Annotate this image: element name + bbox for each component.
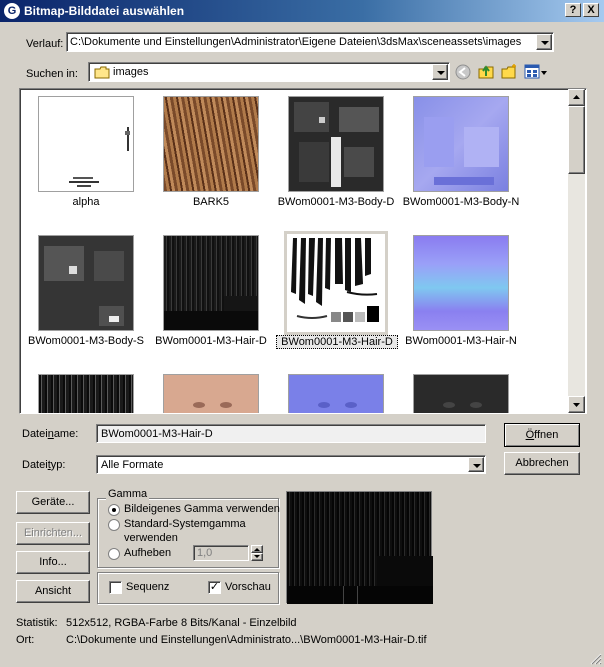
folder-icon bbox=[94, 66, 110, 79]
lookin-value: images bbox=[113, 66, 149, 78]
filename-input[interactable]: BWom0001-M3-Hair-D bbox=[96, 424, 486, 443]
stats-label: Statistik: bbox=[16, 617, 58, 629]
file-thumbnail[interactable] bbox=[163, 235, 259, 331]
gamma-system-label-2[interactable]: verwenden bbox=[124, 532, 178, 544]
devices-button[interactable]: Geräte... bbox=[16, 491, 90, 514]
scroll-up-button[interactable] bbox=[568, 89, 585, 106]
history-label: Verlauf: bbox=[26, 38, 64, 50]
file-thumbnail[interactable] bbox=[38, 374, 134, 413]
file-thumbnail[interactable] bbox=[413, 96, 509, 192]
lookin-combo[interactable]: images bbox=[88, 62, 450, 82]
filename-label: Dateiname: bbox=[22, 428, 79, 440]
file-thumbnail-selected[interactable] bbox=[284, 231, 388, 335]
view-menu-icon[interactable] bbox=[524, 64, 548, 80]
file-thumbnail[interactable] bbox=[413, 374, 509, 413]
resize-grip-icon[interactable] bbox=[588, 651, 602, 665]
setup-button: Einrichten... bbox=[16, 522, 90, 545]
gamma-override-radio[interactable] bbox=[108, 548, 120, 560]
sequence-checkbox[interactable] bbox=[109, 581, 122, 594]
vertical-scrollbar[interactable] bbox=[568, 89, 585, 413]
filetype-value: Alle Formate bbox=[101, 459, 164, 471]
preview-checkbox[interactable]: ✓ bbox=[208, 581, 221, 594]
info-button[interactable]: Info... bbox=[16, 551, 90, 574]
app-icon: G bbox=[4, 3, 20, 19]
file-name[interactable]: BWom0001-M3-Body-S bbox=[22, 335, 150, 347]
gamma-own-label[interactable]: Bildeigenes Gamma verwenden bbox=[124, 503, 280, 515]
gamma-override-input: 1,0 bbox=[193, 545, 249, 561]
gamma-override-value: 1,0 bbox=[197, 547, 213, 559]
gamma-system-label-1[interactable]: Standard-Systemgamma bbox=[124, 518, 246, 530]
filetype-combo[interactable]: Alle Formate bbox=[96, 455, 486, 474]
file-name[interactable]: BARK5 bbox=[147, 196, 275, 208]
view-button[interactable]: Ansicht bbox=[16, 580, 90, 603]
back-icon[interactable] bbox=[455, 64, 471, 80]
new-folder-icon[interactable] bbox=[500, 63, 518, 80]
file-thumbnail[interactable] bbox=[163, 96, 259, 192]
scroll-down-button[interactable] bbox=[568, 396, 585, 413]
up-folder-icon[interactable] bbox=[477, 63, 495, 80]
sequence-label[interactable]: Sequenz bbox=[126, 581, 169, 593]
close-button[interactable]: X bbox=[583, 3, 599, 17]
lookin-dropdown-arrow[interactable] bbox=[432, 64, 448, 80]
file-thumbnail[interactable] bbox=[288, 96, 384, 192]
file-name[interactable]: BWom0001-M3-Body-N bbox=[397, 196, 525, 208]
file-thumbnail[interactable] bbox=[163, 374, 259, 413]
file-name[interactable]: BWom0001-M3-Hair-N bbox=[397, 335, 525, 347]
file-thumbnail[interactable] bbox=[413, 235, 509, 331]
filename-value: BWom0001-M3-Hair-D bbox=[101, 428, 213, 440]
title-bar[interactable]: G Bitmap-Bilddatei auswählen ? X bbox=[0, 0, 604, 22]
history-combo[interactable]: C:\Dokumente und Einstellungen\Administr… bbox=[66, 32, 554, 52]
cancel-button[interactable]: Abbrechen bbox=[504, 452, 580, 475]
window-title: Bitmap-Bilddatei auswählen bbox=[24, 4, 185, 18]
history-dropdown-arrow[interactable] bbox=[536, 34, 552, 50]
scroll-thumb[interactable] bbox=[568, 106, 585, 174]
file-name[interactable]: alpha bbox=[22, 196, 150, 208]
preview-label[interactable]: Vorschau bbox=[225, 581, 271, 593]
file-thumbnail[interactable] bbox=[38, 96, 134, 192]
file-list[interactable]: alpha BARK5 BWom0001-M3-Body-D BWom0001-… bbox=[19, 88, 587, 414]
file-name[interactable]: BWom0001-M3-Hair-D bbox=[147, 335, 275, 347]
gamma-system-radio[interactable] bbox=[108, 519, 120, 531]
history-value: C:\Dokumente und Einstellungen\Administr… bbox=[70, 36, 522, 48]
spinner-up bbox=[251, 545, 263, 553]
open-button[interactable]: Öffnen bbox=[504, 423, 580, 447]
file-name[interactable]: BWom0001-M3-Body-D bbox=[272, 196, 400, 208]
location-label: Ort: bbox=[16, 634, 35, 646]
gamma-override-label[interactable]: Aufheben bbox=[124, 547, 171, 559]
help-button[interactable]: ? bbox=[565, 3, 581, 17]
stats-value: 512x512, RGBA-Farbe 8 Bits/Kanal - Einze… bbox=[66, 617, 297, 629]
lookin-label: Suchen in: bbox=[26, 68, 78, 80]
gamma-title: Gamma bbox=[106, 488, 150, 500]
file-name-selected[interactable]: BWom0001-M3-Hair-D bbox=[276, 335, 398, 349]
file-thumbnail[interactable] bbox=[288, 374, 384, 413]
file-thumbnail[interactable] bbox=[38, 235, 134, 331]
spinner-down bbox=[251, 553, 263, 561]
location-value: C:\Dokumente und Einstellungen\Administr… bbox=[66, 634, 427, 646]
filetype-dropdown-arrow[interactable] bbox=[468, 457, 484, 472]
gamma-own-radio[interactable] bbox=[108, 504, 120, 516]
filetype-label: Dateityp: bbox=[22, 459, 66, 471]
preview-image bbox=[286, 491, 433, 604]
